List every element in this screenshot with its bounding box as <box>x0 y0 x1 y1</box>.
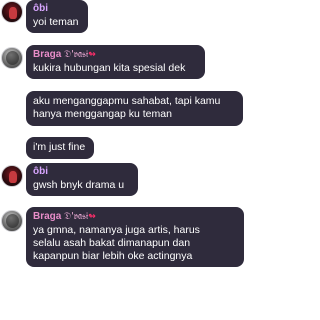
message-text: ya gmna, namanya juga artis, harus selal… <box>33 224 200 262</box>
message-text: i'm just fine <box>33 141 86 153</box>
sender-name[interactable]: ôbi <box>33 3 81 15</box>
sender-name[interactable]: Braga 𝔇'𝔳𝔞𝔰𝔦↬ <box>33 210 237 223</box>
message-text: gwsh bnyk drama u <box>33 179 125 191</box>
message-text: yoi teman <box>33 16 79 28</box>
sender-name[interactable]: ôbi <box>33 166 131 178</box>
sender-name-text: Braga <box>33 49 62 60</box>
sender-tag: 𝔇'𝔳𝔞𝔰𝔦 <box>64 211 89 222</box>
message-text: kukira hubungan kita spesial dek <box>33 62 186 74</box>
avatar-obi[interactable] <box>1 165 23 187</box>
sender-mark: ↬ <box>88 211 96 221</box>
message-bubble[interactable]: ôbi gwsh bnyk drama u <box>26 163 138 196</box>
avatar-obi[interactable] <box>1 1 23 23</box>
avatar-braga[interactable] <box>1 210 23 232</box>
sender-name-text: Braga <box>33 211 62 222</box>
message-text: aku menganggapmu sahabat, tapi kamu hany… <box>33 95 221 120</box>
sender-mark: ↬ <box>88 49 96 59</box>
message-bubble[interactable]: Braga 𝔇'𝔳𝔞𝔰𝔦↬ kukira hubungan kita spesi… <box>26 45 205 79</box>
sender-tag: 𝔇'𝔳𝔞𝔰𝔦 <box>64 49 89 60</box>
chat-log: ôbi yoi teman Braga 𝔇'𝔳𝔞𝔰𝔦↬ kukira hubun… <box>0 0 245 320</box>
message-bubble[interactable]: ôbi yoi teman <box>26 0 88 33</box>
message-bubble[interactable]: Braga 𝔇'𝔳𝔞𝔰𝔦↬ ya gmna, namanya juga arti… <box>26 207 244 267</box>
sender-name[interactable]: Braga 𝔇'𝔳𝔞𝔰𝔦↬ <box>33 48 198 61</box>
message-bubble[interactable]: i'm just fine <box>26 137 94 159</box>
avatar-braga[interactable] <box>1 47 23 69</box>
message-bubble[interactable]: aku menganggapmu sahabat, tapi kamu hany… <box>26 91 243 126</box>
